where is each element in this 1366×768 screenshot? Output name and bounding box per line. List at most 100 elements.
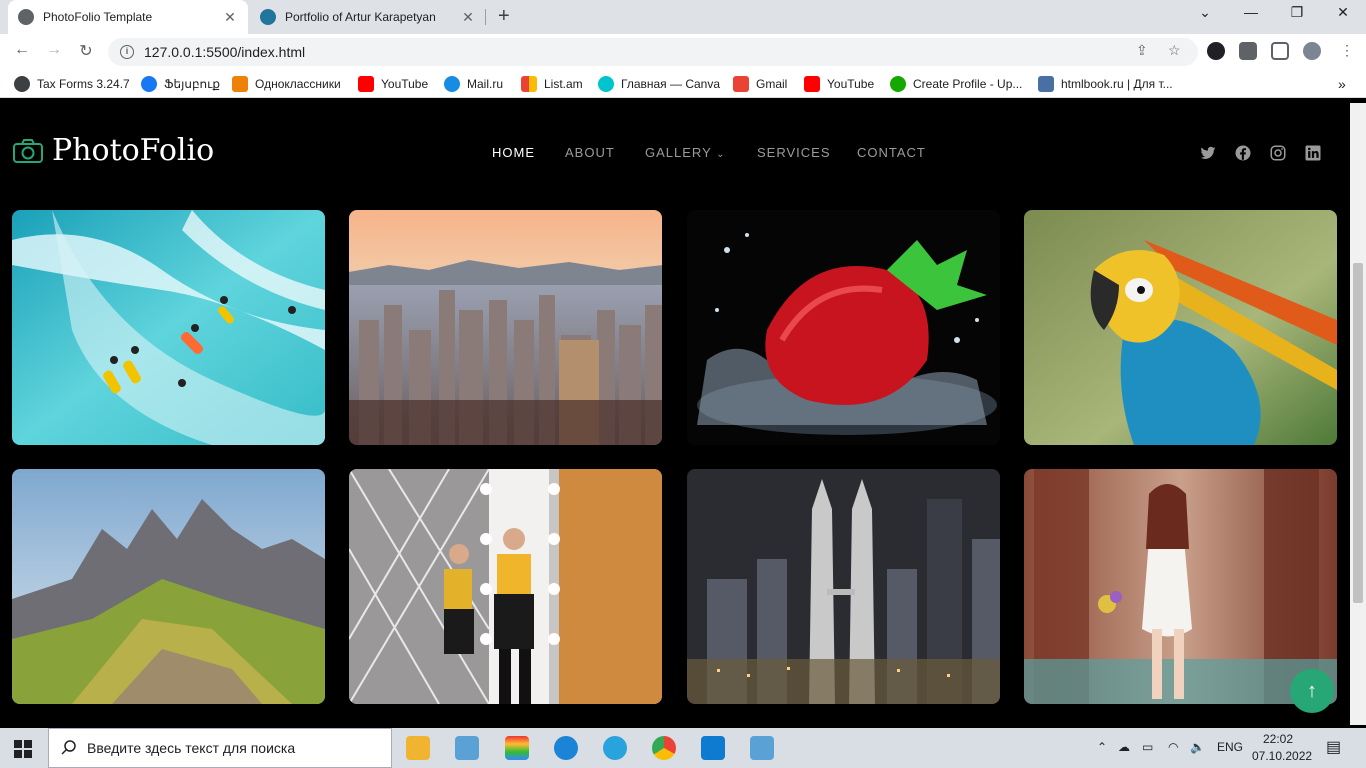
back-button[interactable]: ← <box>10 41 34 59</box>
instagram-icon[interactable] <box>1269 144 1287 162</box>
bookmark-item[interactable]: YouTube <box>804 76 874 92</box>
taskbar-clock[interactable]: 22:02 07.10.2022 <box>1252 731 1313 765</box>
clock-time: 22:02 <box>1262 732 1294 746</box>
language-indicator[interactable]: ENG <box>1217 740 1243 754</box>
windows-taskbar: Введите здесь текст для поиска ⌃ ☁ ▭ ◠ 🔈… <box>0 728 1366 768</box>
battery-icon[interactable]: ▭ <box>1142 740 1153 754</box>
youtube-icon <box>804 76 820 92</box>
tab-portfolio[interactable]: Portfolio of Artur Karapetyan ✕ <box>250 0 486 34</box>
bookmarks-overflow-icon[interactable]: » <box>1338 76 1346 92</box>
globe-icon <box>18 9 34 25</box>
bookmark-item[interactable]: Главная — Canva <box>598 76 720 92</box>
odnoklassniki-icon <box>232 76 248 92</box>
wordpress-icon <box>260 9 276 25</box>
bookmark-item[interactable]: Одноклассники <box>232 76 341 92</box>
gallery-photo-city-sunset[interactable] <box>349 210 662 445</box>
site-info-icon[interactable]: i <box>120 45 134 59</box>
page-viewport: PhotoFolio HOME ABOUT GALLERY ⌄ SERVICES… <box>0 103 1350 725</box>
windows-start-icon[interactable] <box>14 740 32 758</box>
address-toolbar: ← → ↻ i 127.0.0.1:5500/index.html ⇪ ☆ ⋮ <box>0 34 1366 70</box>
bookmark-item[interactable]: Create Profile - Up... <box>890 76 1022 92</box>
gallery-photo-strawberry[interactable] <box>687 210 1000 445</box>
volume-icon[interactable]: 🔈 <box>1190 740 1205 754</box>
edge-icon[interactable] <box>554 736 578 760</box>
gallery-photo-macaw[interactable] <box>1024 210 1337 445</box>
new-tab-button[interactable]: + <box>498 5 510 28</box>
gmail-icon <box>733 76 749 92</box>
camera-icon <box>12 137 44 165</box>
notification-icon[interactable]: ▤ <box>1326 737 1341 757</box>
gallery-photo-surfers[interactable] <box>12 210 325 445</box>
close-tab-icon[interactable]: ✕ <box>222 9 238 26</box>
twitter-icon[interactable] <box>1199 144 1217 162</box>
bookmark-item[interactable]: Ֆեյսբուք <box>141 76 220 92</box>
tab-title: PhotoFolio Template <box>43 10 153 24</box>
chrome-icon[interactable] <box>652 736 676 760</box>
nav-contact[interactable]: CONTACT <box>857 145 926 160</box>
tab-photofolio[interactable]: PhotoFolio Template ✕ <box>8 0 248 34</box>
bookmarks-bar: Tax Forms 3.24.7 Ֆեյսբուք Одноклассники … <box>0 70 1366 98</box>
taskbar-search-input[interactable]: Введите здесь текст для поиска <box>48 728 392 768</box>
bookmark-star-icon[interactable]: ☆ <box>1168 42 1181 59</box>
app-icon[interactable] <box>505 736 529 760</box>
nav-home[interactable]: HOME <box>492 145 535 160</box>
wifi-icon[interactable]: ◠ <box>1168 740 1178 754</box>
facebook-icon <box>141 76 157 92</box>
restore-button[interactable]: ❐ <box>1274 4 1320 21</box>
vscode-icon[interactable] <box>701 736 725 760</box>
upwork-icon <box>890 76 906 92</box>
extension-icon[interactable] <box>1207 42 1225 60</box>
bookmark-item[interactable]: Gmail <box>733 76 787 92</box>
bookmark-item[interactable]: htmlbook.ru | Для т... <box>1038 76 1173 92</box>
app-icon[interactable] <box>750 736 774 760</box>
share-icon[interactable]: ⇪ <box>1136 42 1148 59</box>
search-icon <box>61 739 77 758</box>
url-text: 127.0.0.1:5500/index.html <box>144 44 306 60</box>
gallery-photo-night-towers[interactable] <box>687 469 1000 704</box>
linkedin-icon[interactable] <box>1304 144 1322 162</box>
nav-gallery[interactable]: GALLERY ⌄ <box>645 145 726 160</box>
chevron-up-icon[interactable]: ⌃ <box>1097 740 1107 754</box>
bookmark-item[interactable]: List.am <box>521 76 583 92</box>
back-to-top-button[interactable]: ↑ <box>1290 669 1334 713</box>
search-placeholder: Введите здесь текст для поиска <box>87 740 296 756</box>
app-icon[interactable] <box>455 736 479 760</box>
forward-button[interactable]: → <box>42 41 66 59</box>
bookmark-item[interactable]: Tax Forms 3.24.7 <box>14 76 130 92</box>
file-explorer-icon[interactable] <box>406 736 430 760</box>
mailru-icon <box>444 76 460 92</box>
address-input[interactable]: i 127.0.0.1:5500/index.html <box>108 38 1198 66</box>
bookmark-item[interactable]: YouTube <box>358 76 428 92</box>
nav-services[interactable]: SERVICES <box>757 145 831 160</box>
gallery-photo-mountains[interactable] <box>12 469 325 704</box>
brand-name: PhotoFolio <box>52 133 215 168</box>
nav-about[interactable]: ABOUT <box>565 145 615 160</box>
youtube-icon <box>358 76 374 92</box>
page-scrollbar[interactable] <box>1350 103 1366 725</box>
facebook-icon[interactable] <box>1234 144 1252 162</box>
bookmark-item[interactable]: Mail.ru <box>444 76 503 92</box>
chevron-down-icon: ⌄ <box>716 149 726 160</box>
canva-icon <box>598 76 614 92</box>
reload-button[interactable]: ↻ <box>74 41 98 61</box>
scrollbar-thumb[interactable] <box>1353 263 1363 603</box>
htmlbook-icon <box>1038 76 1054 92</box>
avatar[interactable] <box>1303 42 1321 60</box>
close-tab-icon[interactable]: ✕ <box>460 9 476 26</box>
gallery-photo-forest-woman[interactable] <box>1024 469 1337 704</box>
cloud-icon[interactable]: ☁ <box>1118 740 1130 754</box>
minimize-button[interactable]: — <box>1228 4 1274 20</box>
nav-gallery-label: GALLERY <box>645 145 712 160</box>
tab-search-icon[interactable]: ⌄ <box>1182 4 1228 21</box>
clock-date: 07.10.2022 <box>1252 749 1313 763</box>
menu-dots-icon[interactable]: ⋮ <box>1340 42 1354 59</box>
puzzle-icon[interactable] <box>1239 42 1257 60</box>
side-panel-icon[interactable] <box>1271 42 1289 60</box>
browser-tab-strip: PhotoFolio Template ✕ Portfolio of Artur… <box>0 0 1366 34</box>
site-logo[interactable]: PhotoFolio <box>12 133 214 168</box>
gallery-photo-mirror-room[interactable] <box>349 469 662 704</box>
close-window-button[interactable]: ✕ <box>1320 4 1366 21</box>
tab-title: Portfolio of Artur Karapetyan <box>285 10 436 24</box>
telegram-icon[interactable] <box>603 736 627 760</box>
listam-icon <box>521 76 537 92</box>
